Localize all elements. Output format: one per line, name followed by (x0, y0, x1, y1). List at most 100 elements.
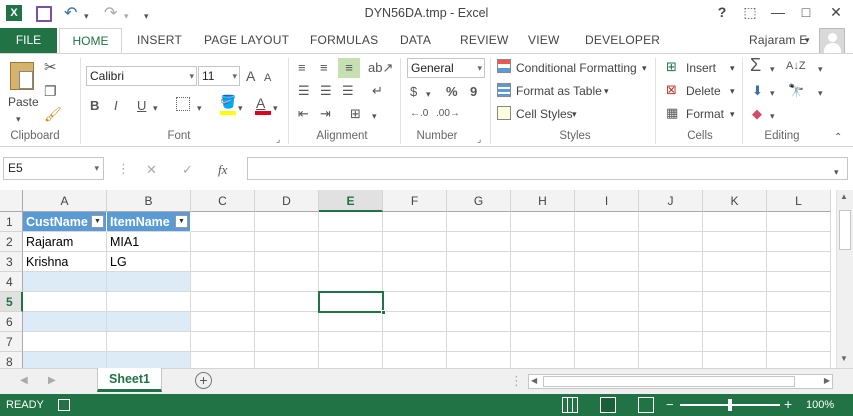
ribbon-display-options-icon[interactable]: ⬚ (739, 4, 761, 21)
expand-formula-bar-icon[interactable]: ▾ (834, 164, 839, 180)
vertical-scrollbar[interactable]: ▲ ▼ (836, 190, 853, 368)
cell-styles-icon[interactable] (497, 106, 511, 120)
cell-e3[interactable] (319, 252, 383, 272)
orientation-icon[interactable]: ab↗ (368, 60, 393, 76)
zoom-in-button[interactable]: + (784, 396, 792, 412)
tab-view[interactable]: VIEW (528, 33, 559, 47)
font-color-icon[interactable]: A (256, 95, 265, 111)
column-header-f[interactable]: F (383, 190, 447, 212)
paste-button[interactable]: Paste (8, 94, 39, 110)
cell-a4[interactable] (23, 272, 107, 292)
accounting-dropdown-icon[interactable]: ▾ (426, 86, 431, 102)
cell-j5[interactable] (639, 292, 703, 312)
cell-k3[interactable] (703, 252, 767, 272)
cell-d7[interactable] (255, 332, 319, 352)
cell-styles-button[interactable]: Cell Styles (516, 106, 573, 122)
cell-j8[interactable] (639, 352, 703, 368)
accounting-format-icon[interactable]: $ (410, 84, 417, 100)
cell-k2[interactable] (703, 232, 767, 252)
font-dialog-launcher-icon[interactable]: ⌟ (276, 131, 280, 147)
cell-k8[interactable] (703, 352, 767, 368)
cell-j4[interactable] (639, 272, 703, 292)
insert-cells-icon[interactable]: ⊞ (666, 59, 677, 75)
tab-split-grip-icon[interactable]: ⋮ (510, 373, 523, 389)
underline-button[interactable]: U (137, 98, 146, 114)
cell-i6[interactable] (575, 312, 639, 332)
cell-k1[interactable] (703, 212, 767, 232)
row-header-8[interactable]: 8 (0, 352, 23, 368)
cell-g8[interactable] (447, 352, 511, 368)
increase-indent-icon[interactable]: ⇥ (320, 106, 331, 122)
cell-f8[interactable] (383, 352, 447, 368)
column-header-g[interactable]: G (447, 190, 511, 212)
tab-home[interactable]: HOME (59, 28, 122, 54)
cell-a1[interactable]: CustName ▼ (23, 212, 107, 232)
name-box[interactable]: E5 ▾ (3, 157, 104, 180)
find-select-dropdown-icon[interactable]: ▾ (818, 85, 823, 101)
conditional-formatting-button[interactable]: Conditional Formatting (516, 60, 637, 76)
cell-i3[interactable] (575, 252, 639, 272)
align-center-icon[interactable]: ☰ (320, 83, 332, 99)
percent-style-icon[interactable]: % (446, 84, 458, 100)
cell-l2[interactable] (767, 232, 831, 252)
insert-dropdown-icon[interactable]: ▾ (730, 60, 735, 76)
cell-b7[interactable] (107, 332, 191, 352)
cell-f1[interactable] (383, 212, 447, 232)
new-sheet-button[interactable]: + (195, 372, 212, 389)
cell-i2[interactable] (575, 232, 639, 252)
worksheet-grid[interactable]: ABCDEFGHIJKL 12345678 CustName ▼ ItemName ▼… (0, 190, 853, 368)
cut-icon[interactable]: ✂ (44, 60, 57, 76)
cell-d2[interactable] (255, 232, 319, 252)
borders-dropdown-icon[interactable]: ▾ (197, 100, 202, 116)
sort-filter-dropdown-icon[interactable]: ▾ (818, 61, 823, 77)
merge-dropdown-icon[interactable]: ▾ (372, 108, 377, 124)
cell-a8[interactable] (23, 352, 107, 368)
cell-h5[interactable] (511, 292, 575, 312)
conditional-formatting-icon[interactable] (497, 59, 511, 73)
cell-g3[interactable] (447, 252, 511, 272)
cell-k6[interactable] (703, 312, 767, 332)
cell-b8[interactable] (107, 352, 191, 368)
delete-dropdown-icon[interactable]: ▾ (730, 83, 735, 99)
cell-c1[interactable] (191, 212, 255, 232)
autosum-icon[interactable]: Σ (750, 56, 761, 74)
cell-e2[interactable] (319, 232, 383, 252)
delete-cells-icon[interactable]: ⊠ (666, 82, 677, 98)
row-header-1[interactable]: 1 (0, 212, 23, 232)
column-header-k[interactable]: K (703, 190, 767, 212)
align-middle-icon[interactable]: ≡ (320, 60, 328, 76)
cell-i8[interactable] (575, 352, 639, 368)
cell-l3[interactable] (767, 252, 831, 272)
cell-i4[interactable] (575, 272, 639, 292)
format-as-table-dropdown-icon[interactable]: ▾ (604, 83, 609, 99)
comma-style-icon[interactable]: 9 (470, 84, 477, 100)
shrink-font-icon[interactable]: A (264, 70, 271, 86)
cell-b5[interactable] (107, 292, 191, 312)
format-as-table-button[interactable]: Format as Table (516, 83, 602, 99)
page-break-view-icon[interactable] (638, 397, 654, 413)
row-header-6[interactable]: 6 (0, 312, 23, 332)
cell-i1[interactable] (575, 212, 639, 232)
next-sheet-icon[interactable]: ▶ (48, 373, 56, 389)
find-select-icon[interactable]: 🔭 (788, 83, 804, 99)
cell-k4[interactable] (703, 272, 767, 292)
tab-insert[interactable]: INSERT (137, 33, 182, 47)
format-cells-icon[interactable]: ▦ (666, 105, 678, 121)
font-name-combo[interactable]: Calibri ▾ (86, 66, 197, 86)
cell-c3[interactable] (191, 252, 255, 272)
autosum-dropdown-icon[interactable]: ▾ (770, 61, 775, 77)
tab-file[interactable]: FILE (0, 28, 57, 53)
tab-developer[interactable]: DEVELOPER (585, 33, 660, 47)
italic-button[interactable]: I (114, 98, 118, 114)
cell-l5[interactable] (767, 292, 831, 312)
clear-dropdown-icon[interactable]: ▾ (770, 108, 775, 124)
column-header-h[interactable]: H (511, 190, 575, 212)
cancel-icon[interactable]: ✕ (146, 162, 157, 178)
cell-f4[interactable] (383, 272, 447, 292)
sort-filter-icon[interactable]: A↓Z (786, 58, 806, 74)
column-header-d[interactable]: D (255, 190, 319, 212)
zoom-slider-thumb[interactable] (728, 399, 732, 411)
row-header-5[interactable]: 5 (0, 292, 23, 312)
fill-dropdown-icon[interactable]: ▾ (770, 85, 775, 101)
help-button[interactable]: ? (711, 4, 733, 20)
